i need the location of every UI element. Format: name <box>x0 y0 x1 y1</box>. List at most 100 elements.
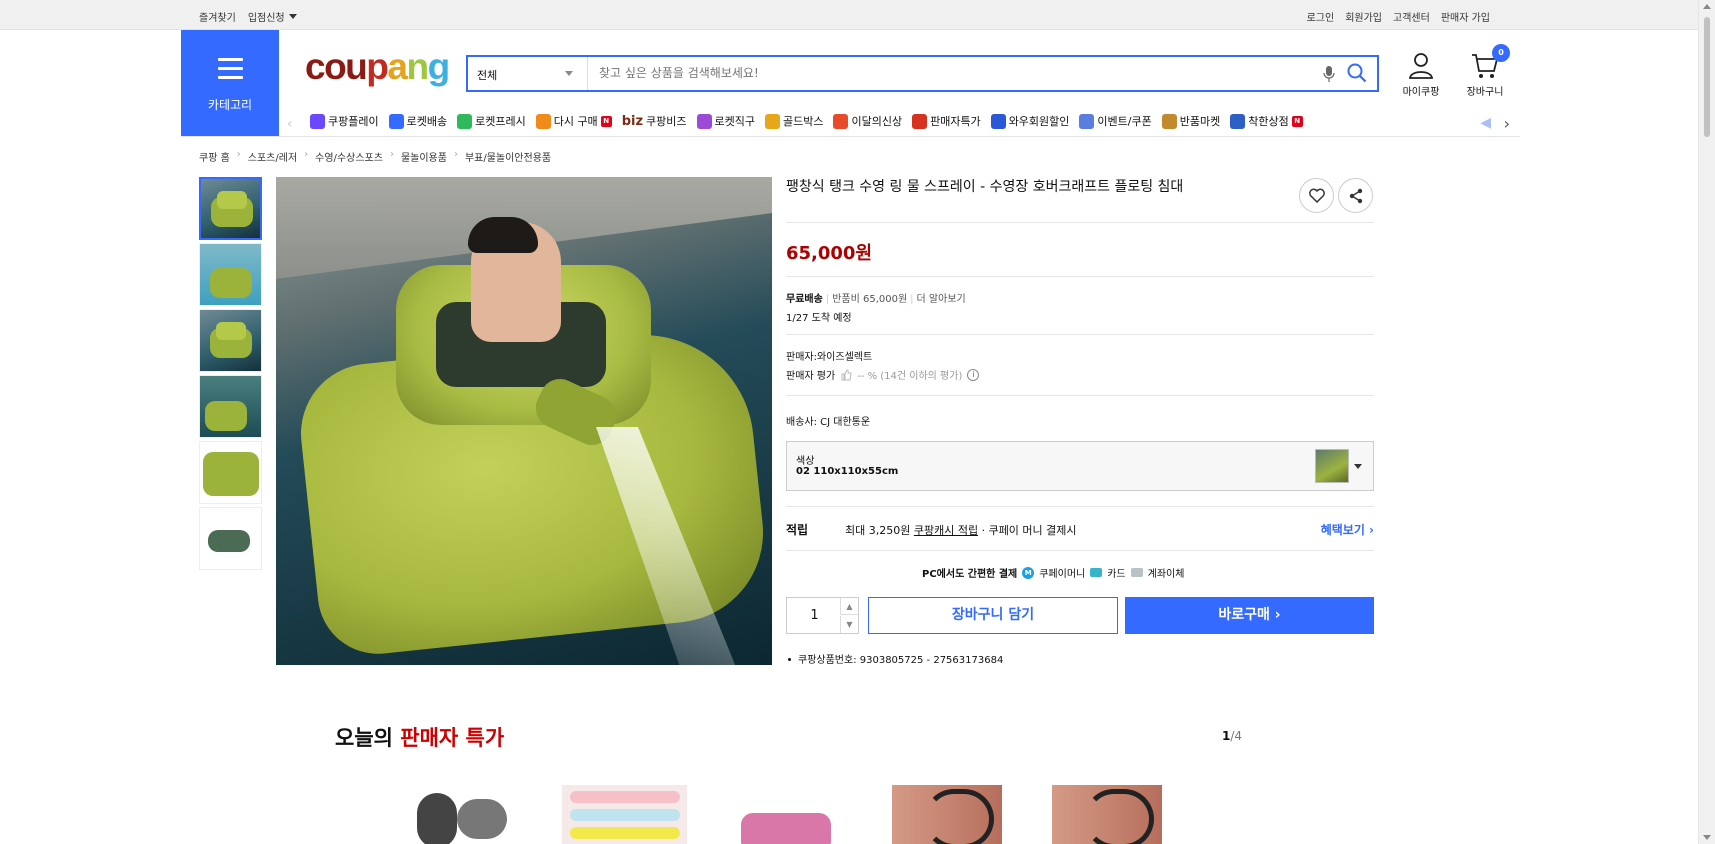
category-menu-item[interactable]: 로켓프레시 <box>457 113 526 129</box>
bookmark-link[interactable]: 즐겨찾기 <box>199 9 236 24</box>
quantity-down-icon[interactable]: ▼ <box>840 616 858 633</box>
category-menu-item[interactable]: 다시 구매 N <box>535 113 612 129</box>
vertical-scrollbar[interactable] <box>1698 0 1715 844</box>
login-link[interactable]: 로그인 <box>1307 9 1335 24</box>
quantity-stepper: 1 ▲ ▼ <box>786 597 859 634</box>
seller-rating: 판매자 평가 -- % (14건 이하의 평가) i <box>786 367 980 382</box>
category-menu-label: 판매자특가 <box>930 115 981 128</box>
cart-count-badge: 0 <box>1492 44 1510 62</box>
support-link[interactable]: 고객센터 <box>1393 9 1430 24</box>
product-thumbnail[interactable] <box>199 441 262 504</box>
add-to-cart-button[interactable]: 장바구니 담기 <box>868 597 1118 634</box>
category-menu-item[interactable]: 로켓직구 <box>696 113 755 129</box>
breadcrumb: 쿠팡 홈 › 스포츠/레저 › 수영/수상스포츠 › 물놀이용품 › 부표/물놀이안전용… <box>199 149 551 164</box>
chevron-right-icon[interactable]: › <box>1504 114 1510 133</box>
category-menu-item[interactable]: 판매자특가 <box>912 113 981 129</box>
divider <box>786 222 1374 223</box>
learn-more-link[interactable]: 더 알아보기 <box>917 294 966 305</box>
divider <box>786 506 1374 507</box>
seller-name[interactable]: 판매자:와이즈셀렉트 <box>786 348 872 363</box>
category-menu-label: 반품마켓 <box>1179 115 1221 128</box>
seller-signup-link[interactable]: 판매자 가입 <box>1441 9 1490 24</box>
deals-title-highlight: 판매자 특가 <box>400 726 505 750</box>
hamburger-icon <box>218 58 243 85</box>
coupang-cash-link[interactable]: 쿠팡캐시 적립 <box>914 522 978 538</box>
info-icon[interactable]: i <box>967 368 980 381</box>
cart-button[interactable]: 0 장바구니 <box>1459 44 1511 98</box>
thumbs-up-icon <box>841 368 852 380</box>
goldbox-icon <box>764 113 780 129</box>
reward-heading: 적립 <box>786 523 809 537</box>
microphone-icon[interactable] <box>1323 65 1335 83</box>
quantity-input[interactable]: 1 <box>787 598 842 633</box>
pay-headline: PC에서도 간편한 결제 <box>922 569 1018 580</box>
breadcrumb-separator: › <box>236 149 241 160</box>
category-button[interactable]: 카테고리 <box>181 30 279 136</box>
deals-section-title: 오늘의 판매자 특가 <box>335 722 504 752</box>
search-scope-value: 전체 <box>477 69 498 82</box>
product-thumbnail[interactable] <box>199 177 262 240</box>
rocket-fresh-icon <box>457 113 473 129</box>
color-option-select[interactable]: 색상 02 110x110x55cm <box>786 441 1374 491</box>
reward-row: 적립 최대 3,250원 쿠팡캐시 적립 · 쿠페이 머니 결제시 혜택보기 › <box>786 521 1374 538</box>
scroll-up-icon[interactable] <box>1703 4 1711 9</box>
category-menu-item[interactable]: 반품마켓 <box>1161 113 1221 129</box>
breadcrumb-item[interactable]: 수영/수상스포츠 <box>315 149 383 164</box>
category-menu-item[interactable]: 로켓배송 <box>388 113 448 129</box>
product-id: 쿠팡상품번호: 9303805725 - 27563173684 <box>786 651 1003 666</box>
percent-icon <box>912 113 928 129</box>
quantity-up-icon[interactable]: ▲ <box>840 598 858 615</box>
search-scope-select[interactable]: 전체 <box>468 57 588 90</box>
pay-card-label: 카드 <box>1107 569 1126 580</box>
new-badge: N <box>1291 115 1303 127</box>
signup-link[interactable]: 회원가입 <box>1345 9 1382 24</box>
category-menu-item[interactable]: 이벤트/쿠폰 <box>1079 113 1152 129</box>
breadcrumb-separator: › <box>389 149 394 160</box>
rocket-icon <box>388 113 404 129</box>
coupang-logo[interactable]: coupang <box>305 48 450 85</box>
category-menu-item[interactable]: 골드박스 <box>764 113 823 129</box>
product-title: 팽창식 탱크 수영 링 물 스프레이 - 수영장 호버크래프트 플로팅 침대 <box>786 179 1184 195</box>
scroll-down-icon[interactable] <box>1703 835 1711 840</box>
partner-menu[interactable]: 입점신청 <box>248 9 297 24</box>
caret-down-icon <box>1354 464 1362 469</box>
good-store-icon <box>1230 113 1246 129</box>
search-input[interactable] <box>599 66 1279 80</box>
deal-product-earplugs[interactable] <box>402 785 527 844</box>
category-menu-label: 다시 구매 <box>553 115 598 128</box>
deal-product-ear-band[interactable] <box>1044 785 1169 844</box>
deal-product-ear-band[interactable] <box>884 785 1009 844</box>
category-menu-item[interactable]: 와우회원할인 <box>990 113 1069 129</box>
breadcrumb-item[interactable]: 물놀이용품 <box>401 149 447 164</box>
option-label: 색상 <box>796 456 815 467</box>
category-menu-label: 로켓배송 <box>406 115 448 128</box>
product-thumbnail[interactable] <box>199 243 262 306</box>
breadcrumb-item[interactable]: 스포츠/레저 <box>248 149 297 164</box>
deal-product-nose-clips[interactable] <box>562 785 687 844</box>
product-thumbnail[interactable] <box>199 375 262 438</box>
chevron-left-icon[interactable]: ‹ <box>287 116 293 132</box>
category-menu-item[interactable]: 쿠팡플레이 <box>310 113 379 129</box>
bag-icon <box>833 113 849 129</box>
category-menu-item[interactable]: 이달의신상 <box>833 113 902 129</box>
favorite-button[interactable] <box>1299 178 1334 213</box>
scrollbar-thumb[interactable] <box>1703 16 1711 138</box>
bank-transfer-icon <box>1130 568 1143 577</box>
breadcrumb-item[interactable]: 쿠팡 홈 <box>199 149 230 164</box>
breadcrumb-item[interactable]: 부표/물놀이안전용품 <box>465 149 551 164</box>
category-menu-item[interactable]: biz 쿠팡비즈 <box>622 113 687 129</box>
deal-product-goggles[interactable] <box>723 785 848 844</box>
share-button[interactable] <box>1338 178 1373 213</box>
benefit-more-link[interactable]: 혜택보기 › <box>1321 521 1374 538</box>
pay-money-label: 쿠페이머니 <box>1039 569 1086 580</box>
category-menu-item[interactable]: 착한상점 N <box>1230 113 1303 129</box>
product-thumbnail[interactable] <box>199 309 262 372</box>
buy-now-button[interactable]: 바로구매 › <box>1125 597 1374 634</box>
search-icon[interactable] <box>1347 63 1367 83</box>
chevron-left-icon[interactable]: ◀ <box>1480 115 1491 131</box>
biz-icon: biz <box>621 113 644 129</box>
my-coupang-button[interactable]: 마이쿠팡 <box>1395 52 1447 98</box>
product-thumbnail[interactable] <box>199 507 262 570</box>
product-main-image[interactable] <box>276 177 772 665</box>
cart-label: 장바구니 <box>1466 87 1504 98</box>
